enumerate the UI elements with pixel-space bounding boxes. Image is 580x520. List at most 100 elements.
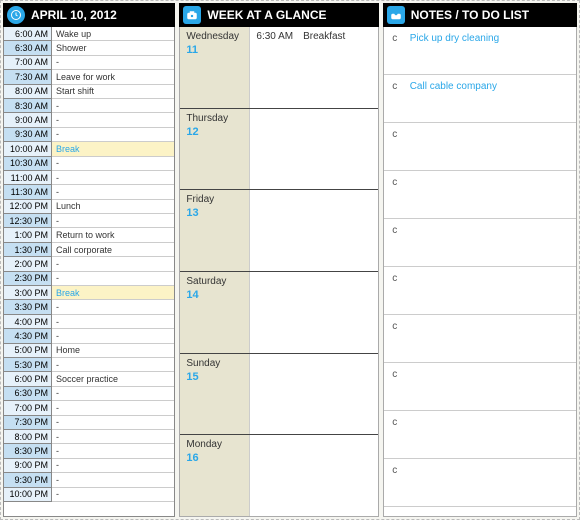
note-text[interactable] <box>406 219 576 266</box>
note-mark[interactable]: c <box>384 315 406 362</box>
note-mark[interactable]: c <box>384 411 406 458</box>
note-mark[interactable]: c <box>384 75 406 122</box>
note-text[interactable] <box>406 363 576 410</box>
note-text[interactable] <box>406 459 576 506</box>
schedule-row[interactable]: 4:30 PM- <box>4 329 174 343</box>
event-cell[interactable]: - <box>52 214 174 228</box>
event-cell[interactable]: - <box>52 171 174 185</box>
schedule-row[interactable]: 4:00 PM- <box>4 315 174 329</box>
schedule-row[interactable]: 10:30 AM- <box>4 157 174 171</box>
event-cell[interactable]: - <box>52 444 174 458</box>
week-day-content[interactable]: 6:30 AMBreakfast <box>250 27 377 108</box>
week-day[interactable]: Wednesday116:30 AMBreakfast <box>180 27 377 109</box>
schedule-row[interactable]: 7:00 AM- <box>4 56 174 70</box>
note-row[interactable]: c <box>384 315 576 363</box>
note-row[interactable]: c <box>384 363 576 411</box>
week-day-content[interactable] <box>250 190 377 271</box>
week-day[interactable]: Saturday14 <box>180 272 377 354</box>
event-cell[interactable]: - <box>52 56 174 70</box>
schedule-row[interactable]: 8:00 PM- <box>4 430 174 444</box>
schedule-row[interactable]: 3:30 PM- <box>4 300 174 314</box>
event-cell[interactable]: Break <box>52 142 174 156</box>
event-cell[interactable]: - <box>52 488 174 502</box>
event-cell[interactable]: - <box>52 113 174 127</box>
week-day[interactable]: Thursday12 <box>180 109 377 191</box>
event-cell[interactable]: - <box>52 329 174 343</box>
note-mark[interactable]: c <box>384 123 406 170</box>
schedule-row[interactable]: 9:00 AM- <box>4 113 174 127</box>
note-mark[interactable]: c <box>384 27 406 74</box>
schedule-row[interactable]: 7:30 AMLeave for work <box>4 70 174 84</box>
schedule-row[interactable]: 6:00 PMSoccer practice <box>4 372 174 386</box>
event-cell[interactable]: - <box>52 128 174 142</box>
schedule-row[interactable]: 10:00 PM- <box>4 488 174 502</box>
note-text[interactable] <box>406 411 576 458</box>
event-cell[interactable]: Start shift <box>52 85 174 99</box>
schedule-row[interactable]: 6:30 PM- <box>4 387 174 401</box>
week-day[interactable]: Monday16 <box>180 435 377 516</box>
note-row[interactable]: c <box>384 411 576 459</box>
note-row[interactable]: cCall cable company <box>384 75 576 123</box>
event-cell[interactable]: Shower <box>52 41 174 55</box>
schedule-row[interactable]: 11:00 AM- <box>4 171 174 185</box>
event-cell[interactable]: - <box>52 358 174 372</box>
schedule-row[interactable]: 7:00 PM- <box>4 401 174 415</box>
event-cell[interactable]: Lunch <box>52 200 174 214</box>
event-cell[interactable]: - <box>52 430 174 444</box>
note-text[interactable]: Call cable company <box>406 75 576 122</box>
event-cell[interactable]: Return to work <box>52 228 174 242</box>
event-cell[interactable]: - <box>52 387 174 401</box>
week-day-content[interactable] <box>250 354 377 435</box>
schedule-row[interactable]: 2:00 PM- <box>4 257 174 271</box>
week-day-content[interactable] <box>250 435 377 516</box>
event-cell[interactable]: Soccer practice <box>52 372 174 386</box>
note-mark[interactable]: c <box>384 219 406 266</box>
schedule-row[interactable]: 2:30 PM- <box>4 272 174 286</box>
schedule-row[interactable]: 8:00 AMStart shift <box>4 85 174 99</box>
event-cell[interactable]: Call corporate <box>52 243 174 257</box>
event-cell[interactable]: - <box>52 257 174 271</box>
schedule-row[interactable]: 12:00 PMLunch <box>4 200 174 214</box>
week-day[interactable]: Sunday15 <box>180 354 377 436</box>
note-row[interactable]: c <box>384 267 576 315</box>
schedule-row[interactable]: 12:30 PM- <box>4 214 174 228</box>
schedule-row[interactable]: 5:30 PM- <box>4 358 174 372</box>
event-cell[interactable]: - <box>52 99 174 113</box>
schedule-row[interactable]: 9:00 PM- <box>4 459 174 473</box>
schedule-row[interactable]: 9:30 AM- <box>4 128 174 142</box>
note-text[interactable] <box>406 123 576 170</box>
week-event[interactable]: 6:30 AMBreakfast <box>256 31 371 42</box>
schedule-row[interactable]: 8:30 AM- <box>4 99 174 113</box>
schedule-row[interactable]: 8:30 PM- <box>4 444 174 458</box>
note-mark[interactable]: c <box>384 363 406 410</box>
event-cell[interactable]: - <box>52 157 174 171</box>
note-row[interactable]: c <box>384 459 576 507</box>
event-cell[interactable]: Break <box>52 286 174 300</box>
schedule-row[interactable]: 1:00 PMReturn to work <box>4 228 174 242</box>
schedule-row[interactable]: 3:00 PMBreak <box>4 286 174 300</box>
week-day-content[interactable] <box>250 109 377 190</box>
schedule-row[interactable]: 6:00 AMWake up <box>4 27 174 41</box>
schedule-row[interactable]: 11:30 AM- <box>4 185 174 199</box>
event-cell[interactable]: - <box>52 473 174 487</box>
schedule-row[interactable]: 6:30 AMShower <box>4 41 174 55</box>
note-row[interactable]: c <box>384 123 576 171</box>
note-text[interactable] <box>406 315 576 362</box>
event-cell[interactable]: - <box>52 300 174 314</box>
schedule-row[interactable]: 5:00 PMHome <box>4 344 174 358</box>
note-mark[interactable]: c <box>384 171 406 218</box>
schedule-row[interactable]: 10:00 AMBreak <box>4 142 174 156</box>
event-cell[interactable]: - <box>52 185 174 199</box>
schedule-row[interactable]: 9:30 PM- <box>4 473 174 487</box>
event-cell[interactable]: Home <box>52 344 174 358</box>
event-cell[interactable]: Wake up <box>52 27 174 41</box>
event-cell[interactable]: - <box>52 272 174 286</box>
week-day[interactable]: Friday13 <box>180 190 377 272</box>
event-cell[interactable]: - <box>52 459 174 473</box>
note-row[interactable]: cPick up dry cleaning <box>384 27 576 75</box>
event-cell[interactable]: - <box>52 416 174 430</box>
note-text[interactable] <box>406 171 576 218</box>
note-row[interactable]: c <box>384 171 576 219</box>
note-mark[interactable]: c <box>384 459 406 506</box>
event-cell[interactable]: Leave for work <box>52 70 174 84</box>
